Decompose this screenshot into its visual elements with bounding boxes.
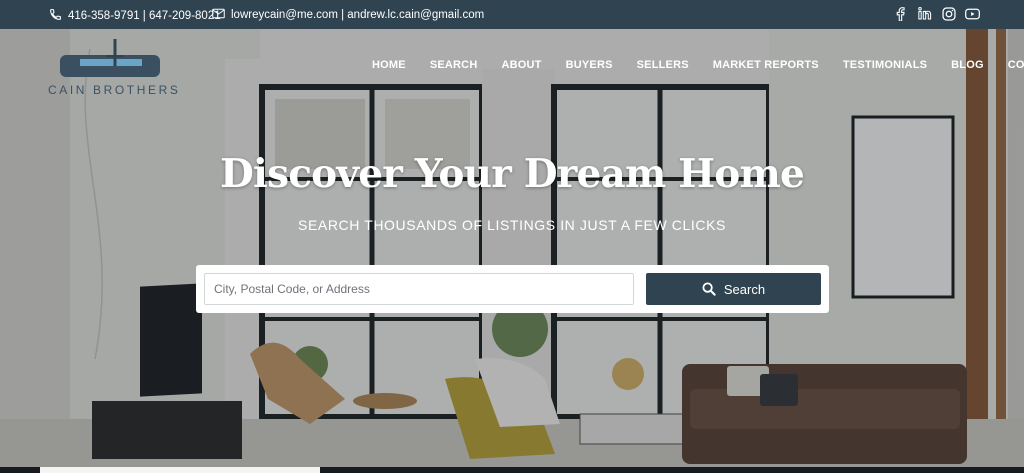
nav-contact[interactable]: CONTACT [1008, 59, 1024, 71]
email-contact[interactable]: lowreycain@me.com | andrew.lc.cain@gmail… [212, 8, 484, 22]
hero-title: Discover Your Dream Home [220, 151, 805, 197]
nav-home[interactable]: HOME [372, 59, 406, 71]
main-nav: HOME SEARCH ABOUT BUYERS SELLERS MARKET … [372, 59, 1024, 71]
instagram-icon[interactable] [941, 6, 956, 21]
search-input[interactable] [204, 273, 634, 305]
nav-blog[interactable]: BLOG [951, 59, 984, 71]
nav-search[interactable]: SEARCH [430, 59, 478, 71]
nav-buyers[interactable]: BUYERS [566, 59, 613, 71]
youtube-icon[interactable] [965, 6, 980, 21]
nav-about[interactable]: ABOUT [501, 59, 541, 71]
brand-name: CAIN BROTHERS [48, 83, 181, 97]
envelope-icon [212, 8, 225, 22]
strip-highlight [40, 467, 320, 473]
hero-section: CAIN BROTHERS HOME SEARCH ABOUT BUYERS S… [0, 29, 1024, 467]
phone-icon [49, 8, 62, 24]
phone-contact[interactable]: 416-358-9791 | 647-209-8021 [49, 8, 221, 24]
search-button[interactable]: Search [646, 273, 821, 305]
search-form: Search [196, 265, 829, 313]
hero-subtitle: SEARCH THOUSANDS OF LISTINGS IN JUST A F… [298, 217, 726, 233]
nav-testimonials[interactable]: TESTIMONIALS [843, 59, 927, 71]
contact-bar: 416-358-9791 | 647-209-8021 lowreycain@m… [0, 0, 1024, 29]
social-links [893, 6, 980, 21]
facebook-icon[interactable] [893, 6, 908, 21]
nav-market-reports[interactable]: MARKET REPORTS [713, 59, 819, 71]
search-button-label: Search [723, 281, 766, 297]
linkedin-icon[interactable] [917, 6, 932, 21]
logo-mark-icon [60, 39, 160, 77]
email-addresses: lowreycain@me.com | andrew.lc.cain@gmail… [231, 9, 485, 21]
nav-sellers[interactable]: SELLERS [637, 59, 689, 71]
search-icon [702, 282, 716, 296]
bottom-strip [0, 467, 1024, 473]
phone-numbers: 416-358-9791 | 647-209-8021 [68, 10, 221, 22]
